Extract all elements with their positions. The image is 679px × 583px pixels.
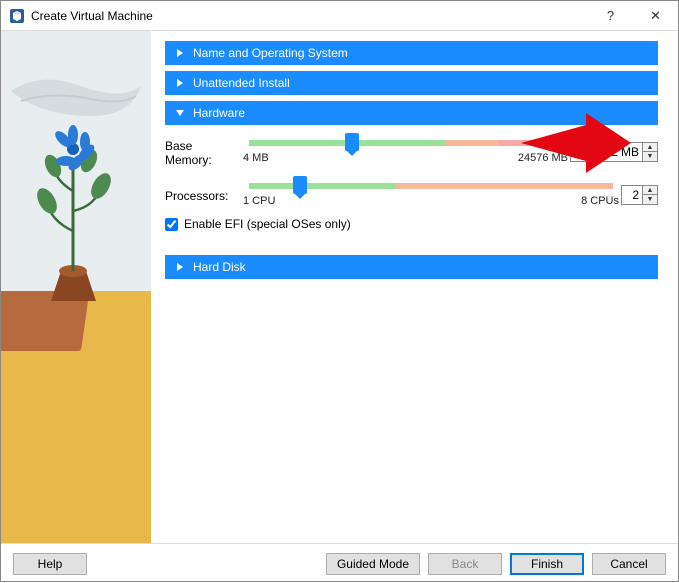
accordion-label: Name and Operating System (193, 46, 348, 60)
hardware-panel: Base Memory: 4 MB 24576 MB MB (165, 131, 658, 255)
memory-step-up[interactable]: ▲ (643, 143, 657, 152)
finish-button[interactable]: Finish (510, 553, 584, 575)
back-button[interactable]: Back (428, 553, 502, 575)
memory-input[interactable] (571, 143, 621, 161)
processors-input[interactable] (622, 186, 642, 204)
accordion-label: Hardware (193, 106, 245, 120)
memory-max-label: 24576 MB (518, 152, 568, 164)
wizard-main: Name and Operating System Unattended Ins… (151, 31, 678, 543)
memory-slider[interactable]: 4 MB 24576 MB (249, 140, 562, 164)
guided-mode-button[interactable]: Guided Mode (326, 553, 420, 575)
accordion-harddisk[interactable]: Hard Disk (165, 255, 658, 279)
help-button[interactable]: ? (588, 1, 633, 31)
memory-label: Base Memory: (165, 137, 241, 167)
proc-step-down[interactable]: ▼ (643, 195, 657, 204)
memory-step-down[interactable]: ▼ (643, 152, 657, 161)
chevron-down-icon (173, 106, 187, 120)
processors-label: Processors: (165, 187, 241, 203)
memory-spinbox[interactable]: MB ▲ ▼ (570, 142, 658, 162)
memory-unit: MB (621, 145, 642, 159)
processors-spinbox[interactable]: ▲ ▼ (621, 185, 658, 205)
memory-min-label: 4 MB (243, 152, 269, 164)
accordion-hardware[interactable]: Hardware (165, 101, 658, 125)
close-button[interactable]: ✕ (633, 1, 678, 31)
window-title: Create Virtual Machine (31, 9, 588, 23)
accordion-label: Hard Disk (193, 260, 246, 274)
accordion-unattended[interactable]: Unattended Install (165, 71, 658, 95)
accordion-name-os[interactable]: Name and Operating System (165, 41, 658, 65)
wizard-sidebar (1, 31, 151, 543)
cancel-button[interactable]: Cancel (592, 553, 666, 575)
memory-slider-handle[interactable] (345, 133, 359, 151)
chevron-right-icon (173, 76, 187, 90)
proc-max-label: 8 CPUs (581, 195, 619, 207)
accordion-label: Unattended Install (193, 76, 290, 90)
processors-slider[interactable]: 1 CPU 8 CPUs (249, 183, 613, 207)
footer: Help Guided Mode Back Finish Cancel (1, 543, 678, 583)
efi-label: Enable EFI (special OSes only) (184, 217, 351, 231)
proc-min-label: 1 CPU (243, 195, 275, 207)
chevron-right-icon (173, 46, 187, 60)
app-icon (9, 8, 25, 24)
chevron-right-icon (173, 260, 187, 274)
processors-slider-handle[interactable] (293, 176, 307, 194)
titlebar: Create Virtual Machine ? ✕ (1, 1, 678, 31)
proc-step-up[interactable]: ▲ (643, 186, 657, 195)
efi-checkbox[interactable] (165, 218, 178, 231)
help-button-footer[interactable]: Help (13, 553, 87, 575)
